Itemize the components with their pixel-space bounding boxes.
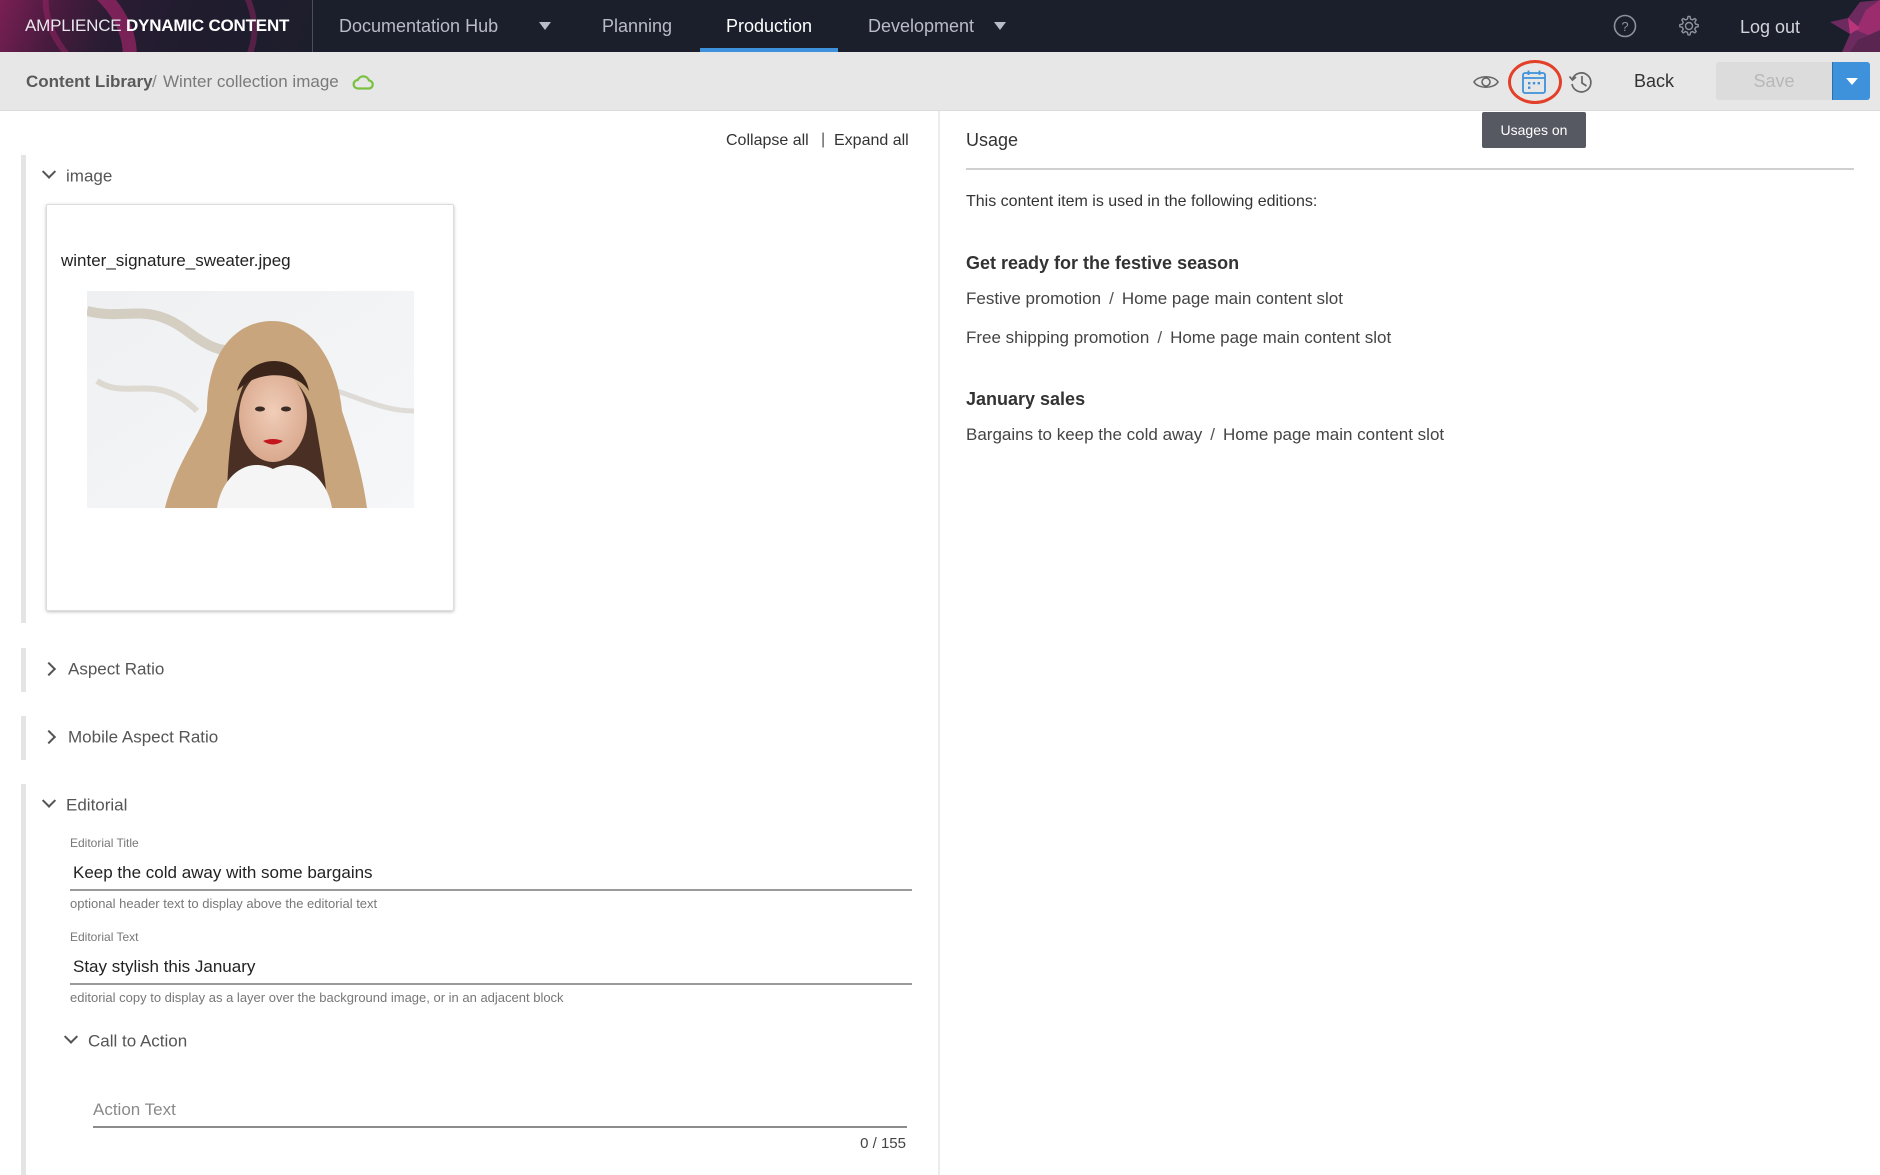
section-label: Mobile Aspect Ratio <box>68 727 219 747</box>
save-button[interactable]: Save <box>1716 62 1832 100</box>
section-indent-bar <box>21 716 26 760</box>
edition-link[interactable]: Bargains to keep the cold away <box>966 425 1202 444</box>
chevron-down-icon <box>41 164 57 179</box>
section-toggle-image[interactable]: image <box>41 164 113 187</box>
editorial-text-input[interactable] <box>70 951 912 985</box>
svg-text:?: ? <box>1621 19 1628 34</box>
usage-row: Bargains to keep the cold away / Home page… <box>966 425 1444 445</box>
slot-link[interactable]: Home page main content slot <box>1170 328 1391 347</box>
path-separator: / <box>1109 289 1114 308</box>
brand-name-bold: DYNAMIC CONTENT <box>125 16 290 35</box>
pane-divider[interactable] <box>938 111 940 1175</box>
collapse-all-link[interactable]: Collapse all <box>726 132 809 150</box>
brand-logo: AMPLIENCE DYNAMIC CONTENT <box>0 0 312 52</box>
slot-link[interactable]: Home page main content slot <box>1122 289 1343 308</box>
action-text-input[interactable] <box>93 1094 907 1128</box>
section-label: Editorial <box>66 795 128 815</box>
usage-panel-title: Usage <box>966 130 1019 150</box>
usage-row: Festive promotion / Home page main content… <box>966 289 1343 309</box>
documentation-hub-dropdown-icon[interactable] <box>539 22 551 30</box>
chevron-down-icon <box>63 1029 79 1044</box>
breadcrumb-current-item: Winter collection image <box>163 72 339 91</box>
image-file-name: winter_signature_sweater.jpeg <box>61 251 291 270</box>
section-indent-bar <box>21 155 26 623</box>
nav-planning[interactable]: Planning <box>602 0 672 52</box>
section-toggle-aspect-ratio[interactable]: Aspect Ratio <box>41 659 165 680</box>
brand-divider <box>312 0 313 52</box>
brand-star-decoration <box>1830 0 1880 52</box>
editorial-title-help: optional header text to display above th… <box>70 896 378 911</box>
calendar-icon[interactable] <box>1520 68 1548 96</box>
development-dropdown-icon[interactable] <box>994 22 1006 30</box>
section-label: image <box>66 166 113 186</box>
section-indent-bar <box>21 784 26 1175</box>
editorial-title-label: Editorial Title <box>70 836 139 850</box>
path-separator: / <box>1157 328 1163 347</box>
chevron-right-icon <box>41 729 57 745</box>
link-separator: | <box>821 131 826 148</box>
chevron-right-icon <box>41 661 57 677</box>
usage-row: Free shipping promotion / Home page main c… <box>966 328 1391 348</box>
editorial-title-input[interactable] <box>70 857 912 891</box>
usages-tooltip: Usages on <box>1482 112 1586 148</box>
section-label: Call to Action <box>88 1031 188 1051</box>
eye-icon[interactable] <box>1472 68 1500 96</box>
action-text-char-counter: 0 / 155 <box>860 1135 906 1152</box>
top-navigation-bar: AMPLIENCE DYNAMIC CONTENT Documentation … <box>0 0 1880 52</box>
back-button[interactable]: Back <box>1620 52 1688 111</box>
help-circle-icon[interactable]: ? <box>1612 13 1638 39</box>
history-icon[interactable] <box>1567 68 1595 96</box>
editorial-text-help: editorial copy to display as a layer ove… <box>70 990 564 1005</box>
nav-development[interactable]: Development <box>868 0 974 52</box>
expand-all-link[interactable]: Expand all <box>834 132 909 150</box>
usage-event-title: Get ready for the festive season <box>966 253 1240 273</box>
edition-link[interactable]: Free shipping promotion <box>966 328 1149 347</box>
slot-link[interactable]: Home page main content slot <box>1223 425 1444 444</box>
path-separator: / <box>1210 425 1215 444</box>
edition-link[interactable]: Festive promotion <box>966 289 1101 308</box>
save-options-dropdown-button[interactable] <box>1832 62 1870 100</box>
nav-production[interactable]: Production <box>699 0 839 52</box>
breadcrumb-separator: / <box>152 72 157 91</box>
image-thumbnail[interactable] <box>87 291 414 508</box>
gear-icon[interactable] <box>1675 13 1701 39</box>
section-indent-bar <box>21 648 26 692</box>
usage-event-title: January sales <box>966 389 1086 409</box>
brand-name: AMPLIENCE DYNAMIC CONTENT <box>25 16 289 36</box>
image-card[interactable]: winter_signature_sweater.jpeg <box>46 204 454 611</box>
editorial-text-label: Editorial Text <box>70 930 139 944</box>
cloud-icon <box>352 75 374 90</box>
section-label: Aspect Ratio <box>68 659 165 679</box>
usage-intro-text: This content item is used in the followi… <box>966 193 1318 210</box>
brand-name-light: AMPLIENCE <box>25 16 122 35</box>
section-toggle-mobile-aspect-ratio[interactable]: Mobile Aspect Ratio <box>41 727 219 748</box>
usage-title-divider <box>966 168 1854 170</box>
section-toggle-call-to-action[interactable]: Call to Action <box>63 1029 188 1052</box>
breadcrumb-content-library[interactable]: Content Library <box>26 72 153 92</box>
content-item-toolbar: Content Library / Winter collection imag… <box>0 52 1880 111</box>
logout-link[interactable]: Log out <box>1740 0 1800 52</box>
section-toggle-editorial[interactable]: Editorial <box>41 793 128 816</box>
chevron-down-icon <box>41 793 57 808</box>
nav-documentation-hub[interactable]: Documentation Hub <box>339 0 498 52</box>
